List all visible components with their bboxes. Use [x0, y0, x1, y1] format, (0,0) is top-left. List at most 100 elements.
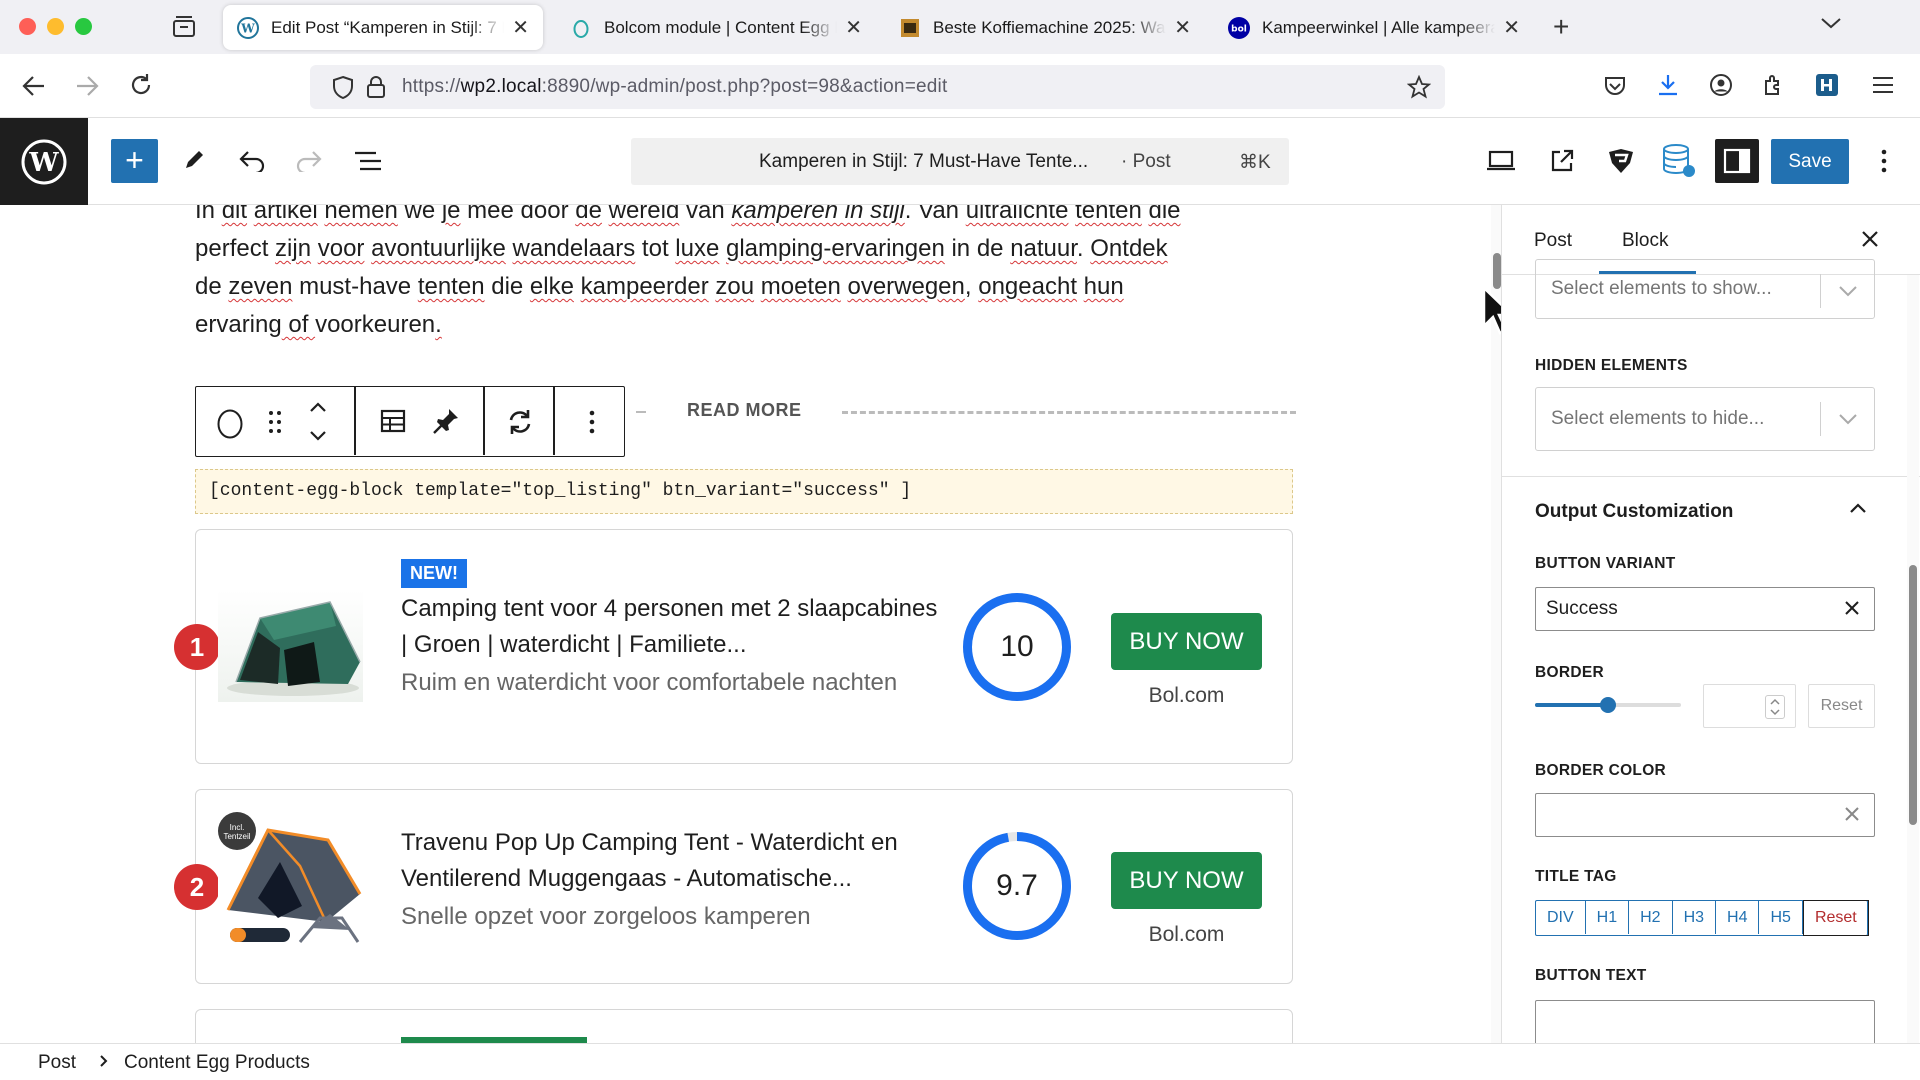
product-card[interactable]: 2 Incl. Tentzeil Travenu Pop Up Camping … — [174, 789, 1293, 984]
document-overview-icon[interactable] — [354, 151, 382, 171]
product-title[interactable]: Camping tent voor 4 personen met 2 slaap… — [401, 591, 941, 663]
pocket-icon[interactable] — [1603, 75, 1627, 97]
paragraph-line[interactable]: ervaring of voorkeuren. — [195, 306, 442, 344]
tab-title: Beste Koffiemachine 2025: Wat — [933, 17, 1167, 37]
edit-pencil-icon[interactable] — [182, 148, 206, 172]
title-tag-h1[interactable]: H1 — [1586, 901, 1630, 934]
border-color-field[interactable] — [1535, 793, 1875, 837]
undo-icon[interactable] — [238, 150, 266, 172]
show-elements-select[interactable]: Select elements to show... — [1535, 259, 1875, 319]
button-text-field[interactable] — [1535, 1000, 1875, 1043]
paragraph-line[interactable]: perfect zijn voor avontuurlijke wandelaa… — [195, 230, 1168, 268]
list-all-tabs-chevron-icon[interactable] — [1820, 16, 1842, 30]
tab-kampeerwinkel[interactable]: bol Kampeerwinkel | Alle kampeerartikele… — [1214, 5, 1534, 50]
sync-icon[interactable] — [506, 408, 534, 436]
redo-icon[interactable] — [295, 150, 323, 172]
content-egg-block-icon[interactable] — [216, 405, 244, 439]
paragraph-line[interactable]: de zeven must-have tenten die elke kampe… — [195, 268, 1124, 306]
title-tag-h3[interactable]: H3 — [1673, 901, 1717, 934]
tab-block[interactable]: Block — [1622, 230, 1668, 252]
move-up-down-icon[interactable] — [308, 399, 328, 445]
forward-arrow-icon[interactable] — [75, 75, 99, 97]
reload-icon[interactable] — [129, 73, 153, 97]
bookmark-star-icon[interactable] — [1407, 75, 1431, 99]
rank-badge: 2 — [174, 864, 220, 910]
tab-overview-icon[interactable] — [171, 15, 197, 39]
border-reset-button[interactable]: Reset — [1808, 684, 1875, 728]
title-tag-h2[interactable]: H2 — [1629, 901, 1673, 934]
border-slider[interactable] — [1535, 697, 1681, 713]
address-bar[interactable]: https://wp2.local:8890/wp-admin/post.php… — [310, 65, 1445, 109]
tab-edit-post[interactable]: W Edit Post “Kamperen in Stijl: 7 Must-H… — [223, 5, 543, 50]
product-image[interactable]: Incl. Tentzeil — [218, 810, 363, 955]
tab-bolcom-module[interactable]: Bolcom module | Content Egg Pro ✕ — [556, 5, 876, 50]
title-tag-h5[interactable]: H5 — [1759, 901, 1803, 934]
extensions-puzzle-icon[interactable] — [1762, 73, 1786, 97]
options-kebab-icon[interactable] — [1880, 149, 1888, 173]
shield-icon[interactable] — [332, 75, 354, 99]
merchant-label[interactable]: Bol.com — [1111, 684, 1262, 708]
settings-sidebar-toggle-button[interactable] — [1715, 139, 1759, 183]
merchant-label[interactable]: Bol.com — [1111, 923, 1262, 947]
buy-now-button[interactable]: BUY NOW — [1111, 613, 1262, 670]
title-tag-h4[interactable]: H4 — [1716, 901, 1760, 934]
table-layout-icon[interactable] — [380, 409, 406, 433]
preview-desktop-icon[interactable] — [1487, 150, 1515, 172]
product-card[interactable]: 1 NEW! Camping tent voor 4 personen met … — [174, 529, 1293, 764]
hide-elements-select[interactable]: Select elements to hide... — [1535, 387, 1875, 451]
wordpress-logo-button[interactable]: W — [0, 118, 88, 205]
new-tab-button[interactable]: + — [1553, 11, 1569, 43]
close-tab-icon[interactable]: ✕ — [845, 15, 862, 40]
title-tag-reset-button[interactable]: Reset — [1802, 899, 1869, 936]
close-tab-icon[interactable]: ✕ — [512, 15, 529, 40]
border-slider-thumb[interactable] — [1600, 697, 1616, 713]
content-egg-database-icon[interactable] — [1661, 143, 1697, 179]
breadcrumb-post[interactable]: Post — [38, 1052, 76, 1074]
save-button[interactable]: Save — [1771, 139, 1849, 184]
shortcode-text[interactable]: [content-egg-block template="top_listing… — [195, 469, 1293, 514]
view-post-external-icon[interactable] — [1549, 148, 1575, 174]
product-title[interactable]: Travenu Pop Up Camping Tent - Waterdicht… — [401, 825, 941, 897]
breadcrumb-block[interactable]: Content Egg Products — [124, 1052, 310, 1074]
chevron-down-icon[interactable] — [1820, 402, 1874, 436]
title-tag-div[interactable]: DIV — [1536, 901, 1586, 934]
read-more-separator[interactable]: READ MORE — [636, 397, 1296, 427]
tab-koffiemachine[interactable]: Beste Koffiemachine 2025: Wat ✕ — [885, 5, 1205, 50]
command-palette-bar[interactable]: Kamperen in Stijl: 7 Must-Have Tente... … — [631, 138, 1289, 185]
number-spinner-icon[interactable] — [1765, 695, 1785, 719]
menu-hamburger-icon[interactable] — [1872, 76, 1894, 94]
close-tab-icon[interactable]: ✕ — [1174, 15, 1191, 40]
new-badge: NEW! — [401, 559, 467, 588]
editor-canvas[interactable]: In dit artikel nemen we je mee door de w… — [0, 205, 1490, 1043]
more-options-icon[interactable] — [588, 410, 596, 434]
clear-color-icon[interactable] — [1844, 806, 1860, 822]
close-sidebar-icon[interactable] — [1860, 229, 1880, 249]
drag-handle-icon[interactable] — [268, 410, 282, 434]
product-image[interactable] — [218, 590, 363, 702]
add-block-button[interactable]: + — [111, 139, 158, 183]
buy-now-button[interactable]: BUY NOW — [1111, 852, 1262, 909]
chevron-up-icon[interactable] — [1848, 501, 1868, 515]
back-arrow-icon[interactable] — [22, 75, 46, 97]
extension-h-icon[interactable] — [1816, 74, 1838, 96]
tab-post[interactable]: Post — [1534, 230, 1572, 252]
button-variant-field[interactable]: Success — [1535, 587, 1875, 631]
pin-icon[interactable] — [432, 407, 460, 435]
paragraph-line[interactable]: In dit artikel nemen we je mee door de w… — [195, 205, 1181, 230]
editor-scrollbar-thumb[interactable] — [1493, 253, 1501, 289]
plugin-shield-icon[interactable] — [1607, 147, 1635, 175]
maximize-window-button[interactable] — [75, 18, 92, 35]
sidebar-scrollbar-thumb[interactable] — [1909, 565, 1917, 825]
close-window-button[interactable] — [19, 18, 36, 35]
close-tab-icon[interactable]: ✕ — [1503, 15, 1520, 40]
account-icon[interactable] — [1709, 73, 1733, 97]
lock-icon[interactable] — [366, 75, 386, 99]
border-number-input[interactable] — [1703, 684, 1796, 728]
chevron-down-icon[interactable] — [1820, 274, 1874, 308]
downloads-icon[interactable] — [1656, 73, 1680, 97]
product-card[interactable] — [195, 1009, 1293, 1043]
minimize-window-button[interactable] — [47, 18, 64, 35]
output-customization-title[interactable]: Output Customization — [1535, 501, 1733, 523]
sidebar-scrollbar[interactable] — [1907, 275, 1919, 1043]
clear-value-icon[interactable] — [1844, 600, 1860, 616]
